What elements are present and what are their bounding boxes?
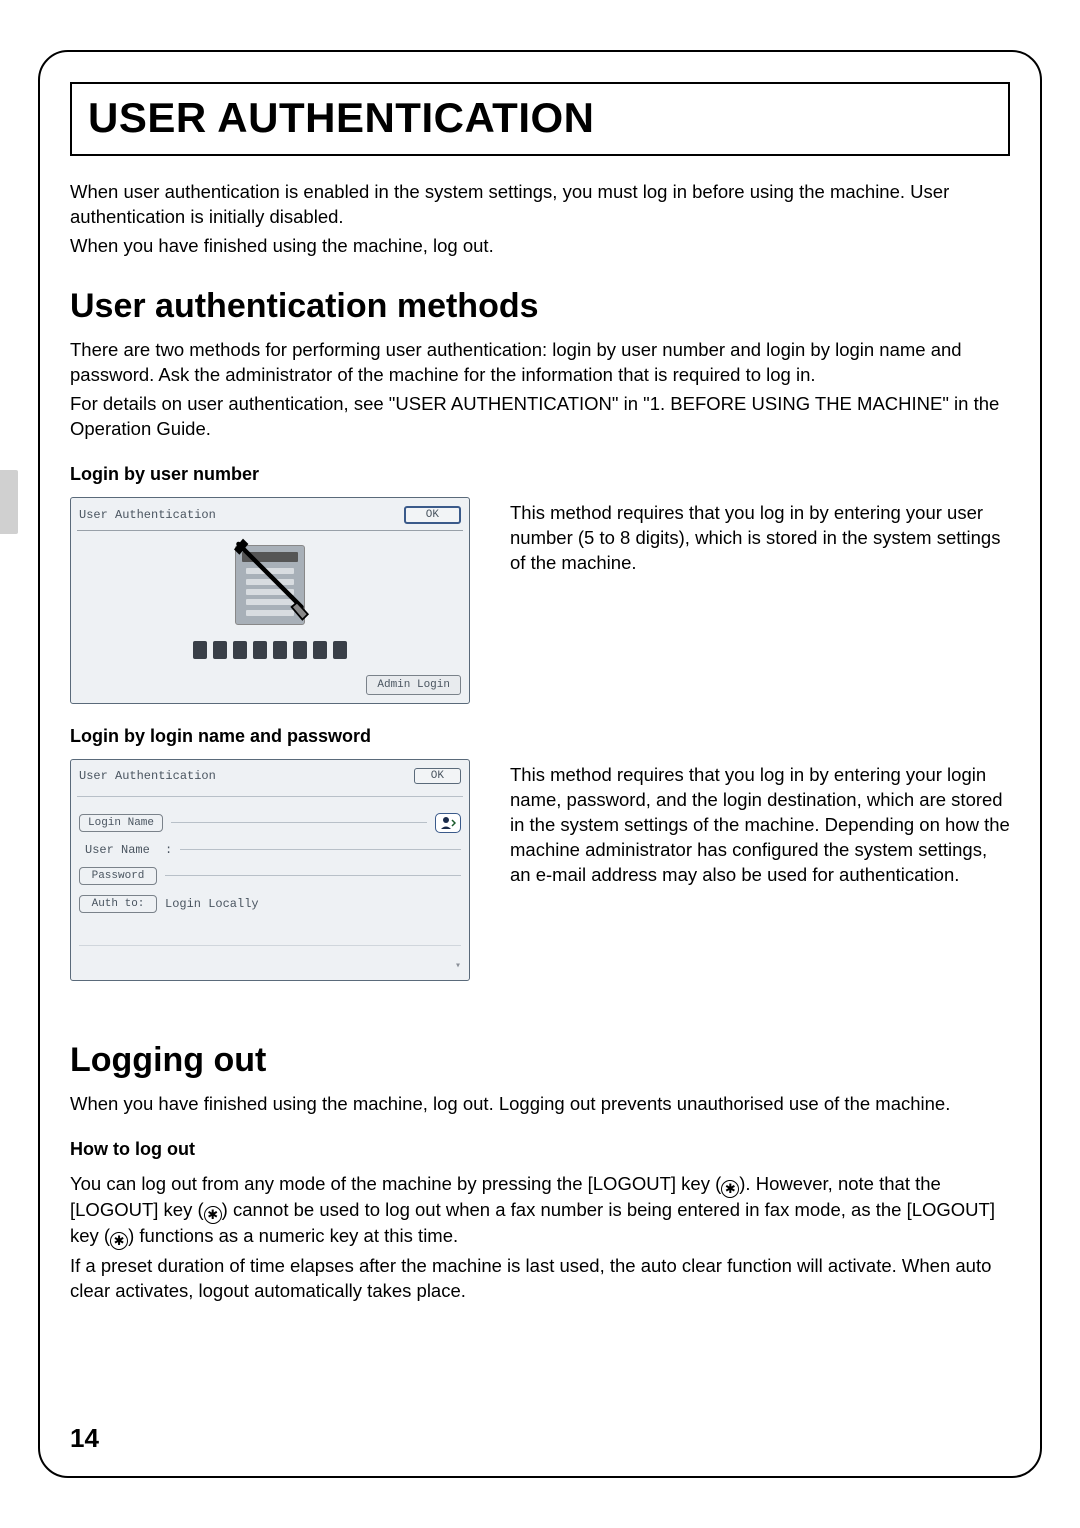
user-number-panel: User Authentication OK <box>70 497 470 704</box>
pen-overlay-icon <box>225 535 315 625</box>
logout-heading: Logging out <box>70 1041 1010 1080</box>
panel-title: User Authentication <box>79 769 216 783</box>
intro-paragraph-2: When you have finished using the machine… <box>70 234 1010 259</box>
login-by-number-desc: This method requires that you log in by … <box>510 497 1010 576</box>
admin-login-button[interactable]: Admin Login <box>366 675 461 695</box>
panel-header: User Authentication OK <box>77 504 463 531</box>
user-name-colon: : <box>165 843 172 857</box>
login-name-button[interactable]: Login Name <box>79 814 163 832</box>
page-number: 14 <box>70 1423 99 1454</box>
how-to-logout-subhead: How to log out <box>70 1139 1010 1160</box>
separator <box>79 945 461 946</box>
methods-heading: User authentication methods <box>70 287 1010 326</box>
digit-placeholder-row <box>79 641 461 659</box>
password-field-line <box>165 875 461 876</box>
intro-paragraph-1: When user authentication is enabled in t… <box>70 180 1010 230</box>
logout-key-icon: ✱ <box>110 1232 128 1250</box>
user-name-field-line <box>180 849 461 850</box>
logout-body-1d: ) functions as a numeric key at this tim… <box>128 1225 458 1246</box>
auth-to-row: Auth to: Login Locally <box>79 895 461 913</box>
password-row: Password <box>79 867 461 885</box>
user-select-icon[interactable] <box>435 813 461 833</box>
user-name-row: User Name : <box>79 843 461 857</box>
auth-to-value: Login Locally <box>165 897 259 911</box>
logout-key-icon: ✱ <box>204 1206 222 1224</box>
ok-button[interactable]: OK <box>404 506 461 524</box>
methods-paragraph-2: For details on user authentication, see … <box>70 392 1010 442</box>
keypad-illustration <box>79 537 461 631</box>
login-name-panel: User Authentication OK Login Name User N… <box>70 759 470 981</box>
logout-key-icon: ✱ <box>721 1180 739 1198</box>
login-by-login-row: User Authentication OK Login Name User N… <box>70 759 1010 981</box>
login-by-number-row: User Authentication OK <box>70 497 1010 704</box>
methods-paragraph-1: There are two methods for performing use… <box>70 338 1010 388</box>
admin-login-row: Admin Login <box>79 665 461 695</box>
login-by-login-desc: This method requires that you log in by … <box>510 759 1010 888</box>
page-title: USER AUTHENTICATION <box>88 94 992 142</box>
panel-header: User Authentication OK <box>77 766 463 790</box>
scroll-indicator-icon: ▾ <box>455 960 461 972</box>
side-tab <box>0 470 18 534</box>
user-name-label: User Name <box>79 843 157 857</box>
login-name-field-line <box>171 822 427 823</box>
panel-title: User Authentication <box>79 508 216 522</box>
auth-to-button[interactable]: Auth to: <box>79 895 157 913</box>
logout-body-1: You can log out from any mode of the mac… <box>70 1172 1010 1250</box>
login-by-login-subhead: Login by login name and password <box>70 726 1010 747</box>
panel-body: Login Name User Name : Password Auth t <box>77 797 463 974</box>
login-name-row: Login Name <box>79 813 461 833</box>
title-box: USER AUTHENTICATION <box>70 82 1010 156</box>
password-button[interactable]: Password <box>79 867 157 885</box>
logout-body-2: If a preset duration of time elapses aft… <box>70 1254 1010 1304</box>
ok-button[interactable]: OK <box>414 768 461 784</box>
logout-paragraph: When you have finished using the machine… <box>70 1092 1010 1117</box>
panel-body: Admin Login <box>77 531 463 697</box>
page-frame: USER AUTHENTICATION When user authentica… <box>38 50 1042 1478</box>
login-by-number-subhead: Login by user number <box>70 464 1010 485</box>
logout-body-1a: You can log out from any mode of the mac… <box>70 1173 721 1194</box>
